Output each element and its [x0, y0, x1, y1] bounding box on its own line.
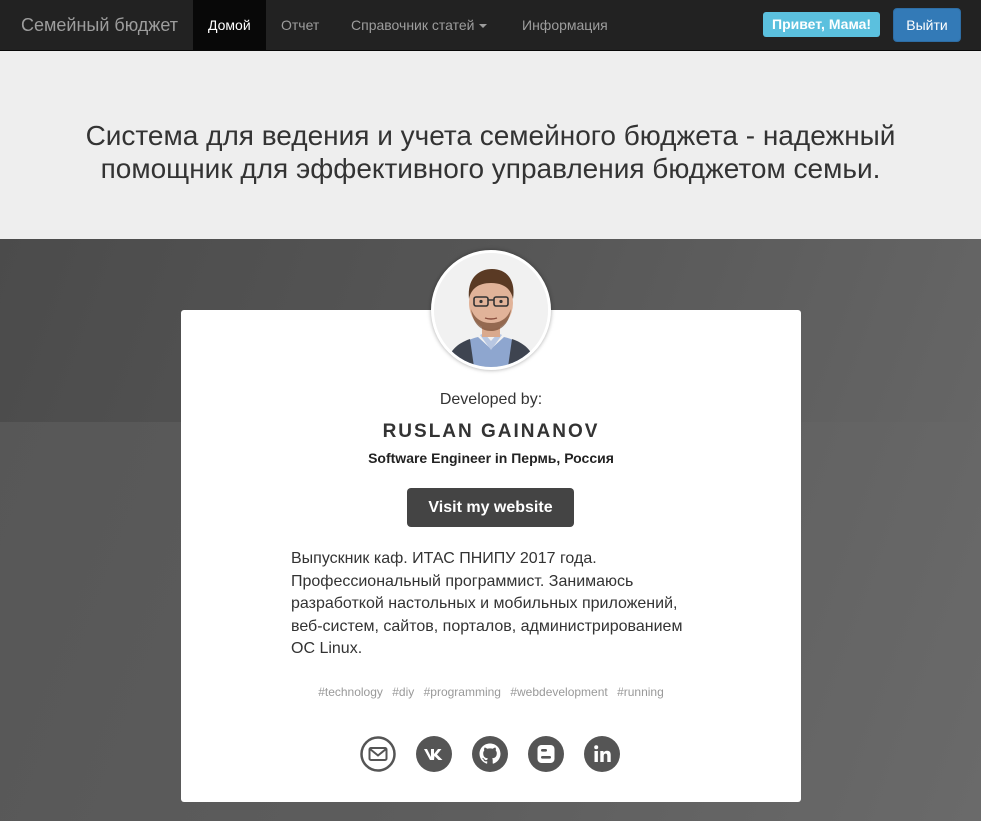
logout-button[interactable]: Выйти [893, 8, 961, 42]
github-icon[interactable] [472, 736, 508, 772]
tag-running[interactable]: #running [617, 685, 664, 699]
hero-title: Система для ведения и учета семейного бю… [85, 120, 896, 184]
nav-report-label: Отчет [281, 17, 320, 33]
blogger-icon[interactable] [528, 736, 564, 772]
developer-photo [434, 253, 548, 367]
nav-info[interactable]: Информация [507, 0, 623, 50]
nav-home[interactable]: Домой [193, 0, 266, 50]
tag-programming[interactable]: #programming [424, 685, 501, 699]
nav-report[interactable]: Отчет [266, 0, 334, 50]
caret-down-icon [479, 24, 488, 29]
hero-section: Система для ведения и учета семейного бю… [0, 51, 981, 239]
developer-avatar [431, 250, 551, 370]
developer-name: RUSLAN GAINANOV [382, 421, 600, 442]
developer-role: Software Engineer in Пермь, Россия [368, 450, 614, 466]
nav-home-label: Домой [208, 17, 251, 33]
vk-icon[interactable] [416, 736, 452, 772]
linkedin-icon[interactable] [584, 736, 620, 772]
tag-webdevelopment[interactable]: #webdevelopment [510, 685, 607, 699]
visit-website-button[interactable]: Visit my website [407, 488, 574, 527]
tag-list: #technology #diy #programming #webdevelo… [181, 685, 801, 699]
tag-technology[interactable]: #technology [318, 685, 383, 699]
profile-card: Developed by: RUSLAN GAINANOV Software E… [181, 310, 801, 802]
developer-bio: Выпускник каф. ИТАС ПНИПУ 2017 года. Про… [291, 550, 683, 657]
nav-info-label: Информация [522, 17, 608, 33]
nav-articles-dropdown[interactable]: Справочник статей [336, 0, 502, 50]
brand-link[interactable]: Семейный бюджет [21, 0, 178, 50]
greeting-badge: Привет, Мама! [763, 12, 881, 37]
email-icon[interactable] [360, 736, 396, 772]
nav-articles-label: Справочник статей [351, 17, 475, 33]
developed-by-label: Developed by: [439, 391, 543, 408]
tag-diy[interactable]: #diy [392, 685, 414, 699]
navbar: Семейный бюджет Домой Отчет Справочник с… [0, 0, 981, 51]
